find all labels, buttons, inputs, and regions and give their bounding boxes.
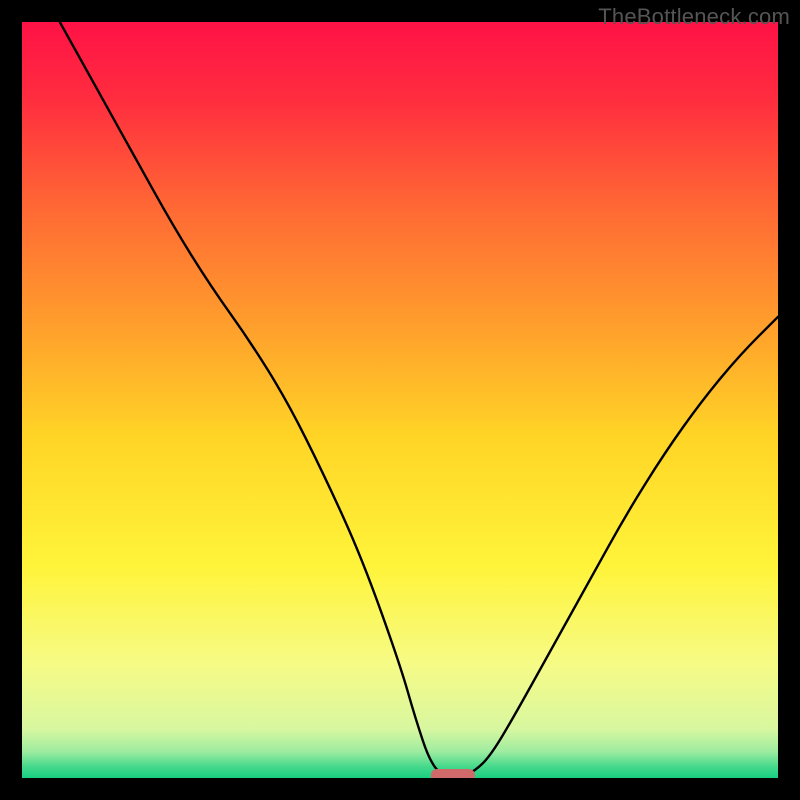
chart-svg xyxy=(22,22,778,778)
watermark-text: TheBottleneck.com xyxy=(598,4,790,30)
chart-frame: TheBottleneck.com xyxy=(0,0,800,800)
optimal-marker xyxy=(431,769,475,778)
plot-area xyxy=(22,22,778,778)
